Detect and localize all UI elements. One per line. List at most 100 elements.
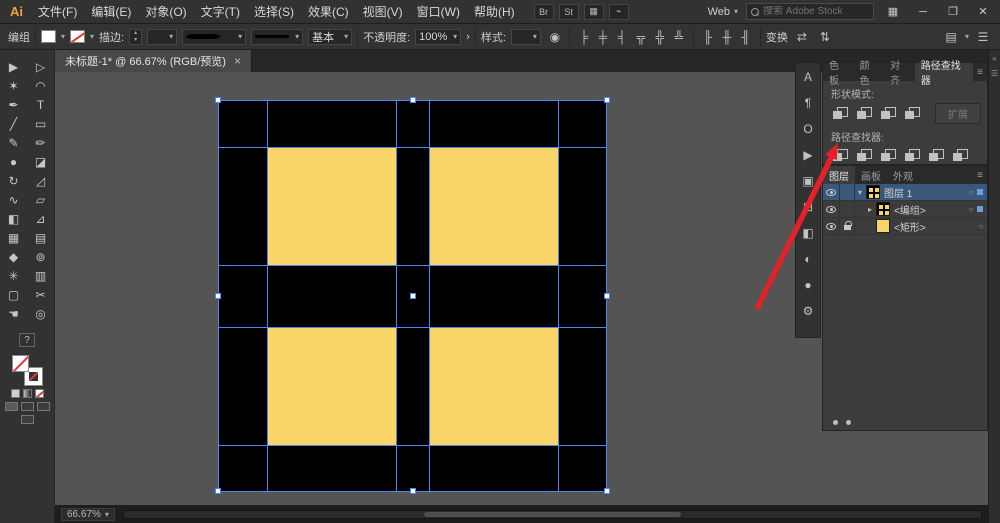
gpu-performance-icon[interactable]: ⌁ bbox=[608, 3, 629, 20]
gradient-tool[interactable]: ▤ bbox=[27, 228, 54, 247]
rotate-tool[interactable]: ↻ bbox=[0, 171, 27, 190]
color-button[interactable] bbox=[10, 389, 20, 398]
menu-type[interactable]: 文字(T) bbox=[194, 3, 247, 20]
scrollbar-thumb[interactable] bbox=[423, 511, 682, 517]
selection-indicator[interactable] bbox=[977, 189, 983, 195]
type-tool[interactable]: T bbox=[27, 95, 54, 114]
tab-artboards[interactable]: 画板 bbox=[855, 166, 887, 184]
restore-button[interactable]: ❐ bbox=[942, 2, 964, 22]
selection-handle[interactable] bbox=[215, 293, 221, 299]
width-tool[interactable]: ∿ bbox=[0, 190, 27, 209]
align-h-center-icon[interactable]: ╪ bbox=[594, 28, 612, 45]
layer-name[interactable]: <编组> bbox=[894, 202, 965, 217]
layer-row-rectangle[interactable]: <矩形> ○ bbox=[823, 218, 987, 235]
pen-tool[interactable]: ✒ bbox=[0, 95, 27, 114]
links-panel-icon[interactable]: ▣ bbox=[799, 172, 817, 189]
merge-button[interactable] bbox=[877, 146, 899, 164]
actions-panel-icon[interactable]: ▶ bbox=[799, 146, 817, 163]
lock-toggle[interactable] bbox=[840, 201, 855, 217]
selection-indicator[interactable] bbox=[977, 206, 983, 212]
shape-builder-tool[interactable]: ◧ bbox=[0, 209, 27, 228]
tab-pathfinder[interactable]: 路径查找器 bbox=[914, 61, 974, 87]
draw-inside-button[interactable] bbox=[36, 402, 50, 411]
swap-horizontal-icon[interactable]: ⇄ bbox=[793, 28, 811, 45]
outline-button[interactable] bbox=[925, 146, 947, 164]
eyedropper-tool[interactable]: ◆ bbox=[0, 247, 27, 266]
transform-link[interactable]: 变换 bbox=[766, 29, 788, 45]
transparency-panel-icon[interactable]: ◐ bbox=[799, 250, 817, 267]
layer-row-layer-1[interactable]: ▾ 图层 1 ○ bbox=[823, 184, 987, 201]
menu-window[interactable]: 窗口(W) bbox=[410, 3, 467, 20]
pencil-tool[interactable]: ✏ bbox=[27, 133, 54, 152]
visibility-toggle[interactable] bbox=[823, 218, 840, 234]
divide-button[interactable] bbox=[829, 146, 851, 164]
fill-color-swatch[interactable] bbox=[41, 30, 56, 43]
lock-toggle[interactable] bbox=[840, 184, 855, 200]
tab-align[interactable]: 对齐 bbox=[884, 61, 915, 87]
align-right-icon[interactable]: ╡ bbox=[613, 28, 631, 45]
menu-effect[interactable]: 效果(C) bbox=[301, 3, 356, 20]
panel-menu-icon[interactable]: ≡ bbox=[973, 63, 987, 81]
stroke-width-stepper[interactable]: ▴ ▾ bbox=[129, 28, 143, 45]
eraser-tool[interactable]: ◪ bbox=[27, 152, 54, 171]
draw-normal-button[interactable] bbox=[4, 402, 18, 411]
stroke-preview-select[interactable]: ▾ bbox=[251, 28, 304, 45]
workspace-switcher[interactable]: Web ▾ bbox=[708, 6, 738, 18]
transform-panel-icon[interactable]: ⊞ bbox=[799, 198, 817, 215]
stroke-width-select[interactable]: ▾ bbox=[147, 28, 178, 45]
paragraph-panel-icon[interactable]: ¶ bbox=[799, 94, 817, 111]
layer-thumbnail[interactable] bbox=[876, 219, 890, 233]
yellow-square-bottom-left[interactable] bbox=[267, 327, 396, 445]
layer-thumbnail[interactable] bbox=[866, 185, 880, 199]
align-bottom-icon[interactable]: ╩ bbox=[670, 28, 688, 45]
footer-dot-icon[interactable] bbox=[846, 420, 851, 425]
menu-select[interactable]: 选择(S) bbox=[247, 3, 301, 20]
arrange-documents-icon[interactable]: ▦ bbox=[583, 3, 604, 20]
document-tab[interactable]: 未标题-1* @ 66.67% (RGB/预览) × bbox=[55, 50, 252, 72]
distribute-center-icon[interactable]: ╫ bbox=[718, 28, 736, 45]
layer-row-group[interactable]: ▸ <编组> ○ bbox=[823, 201, 987, 218]
visibility-toggle[interactable] bbox=[823, 184, 840, 200]
magic-wand-tool[interactable]: ✶ bbox=[0, 76, 27, 95]
align-top-icon[interactable]: ╦ bbox=[632, 28, 650, 45]
column-graph-tool[interactable]: ▥ bbox=[27, 266, 54, 285]
unite-button[interactable] bbox=[829, 105, 851, 123]
scale-tool[interactable]: ◿ bbox=[27, 171, 54, 190]
menu-help[interactable]: 帮助(H) bbox=[467, 3, 522, 20]
mesh-tool[interactable]: ▦ bbox=[0, 228, 27, 247]
tab-swatches[interactable]: 色板 bbox=[823, 61, 854, 87]
none-button[interactable] bbox=[34, 389, 44, 398]
opentype-panel-icon[interactable]: O bbox=[799, 120, 817, 137]
target-circle-icon[interactable]: ○ bbox=[975, 222, 987, 231]
chevron-down-icon[interactable]: ▾ bbox=[61, 32, 65, 41]
intersect-button[interactable] bbox=[877, 105, 899, 123]
help-button[interactable]: ? bbox=[19, 333, 35, 347]
align-left-icon[interactable]: ╞ bbox=[575, 28, 593, 45]
horizontal-scrollbar[interactable] bbox=[122, 509, 982, 519]
selection-handle[interactable] bbox=[604, 488, 610, 494]
expander-icon[interactable]: ▸ bbox=[865, 205, 875, 214]
paintbrush-tool[interactable]: ✎ bbox=[0, 133, 27, 152]
symbol-sprayer-tool[interactable]: ✳ bbox=[0, 266, 27, 285]
selection-handle[interactable] bbox=[215, 97, 221, 103]
draw-behind-button[interactable] bbox=[20, 402, 34, 411]
opacity-select[interactable]: 100% ▾ bbox=[415, 28, 462, 45]
selection-tool[interactable]: ▶ bbox=[0, 57, 27, 76]
lasso-tool[interactable]: ◠ bbox=[27, 76, 54, 95]
recolor-artwork-icon[interactable]: ◉ bbox=[546, 28, 564, 45]
trim-button[interactable] bbox=[853, 146, 875, 164]
gradient-panel-icon[interactable]: ◧ bbox=[799, 224, 817, 241]
close-button[interactable]: ✕ bbox=[972, 2, 994, 22]
expand-panels-icon[interactable]: « bbox=[992, 54, 996, 63]
opacity-more-icon[interactable]: › bbox=[466, 31, 470, 43]
zoom-select[interactable]: 66.67% ▾ bbox=[61, 507, 115, 521]
stock-icon[interactable]: St bbox=[558, 3, 579, 20]
tab-layers[interactable]: 图层 bbox=[823, 166, 855, 184]
tab-color[interactable]: 颜色 bbox=[854, 61, 885, 87]
character-panel-icon[interactable]: A bbox=[799, 68, 817, 85]
menu-object[interactable]: 对象(O) bbox=[138, 3, 193, 20]
target-circle-icon[interactable]: ○ bbox=[965, 188, 977, 197]
exclude-button[interactable] bbox=[901, 105, 923, 123]
selection-handle[interactable] bbox=[410, 97, 416, 103]
panel-menu-icon[interactable]: ≡ bbox=[973, 166, 987, 184]
